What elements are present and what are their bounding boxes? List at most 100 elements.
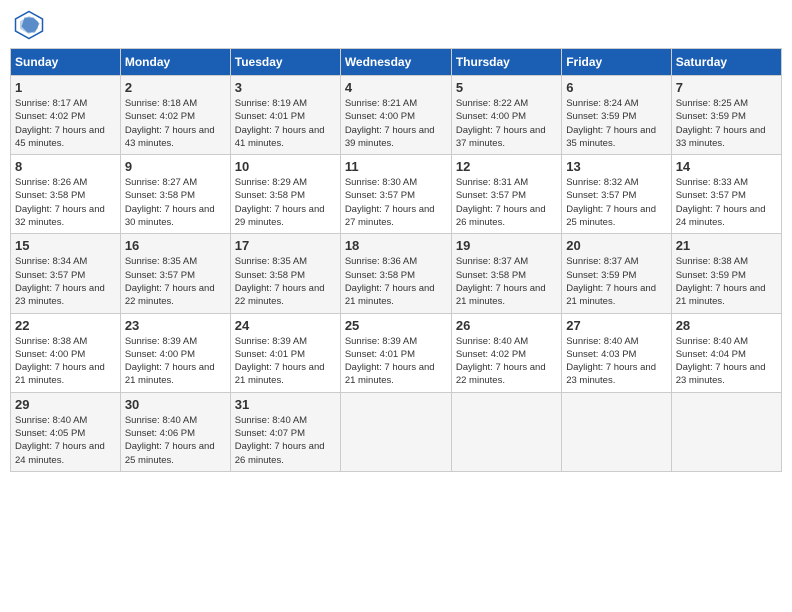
- day-info: Sunrise: 8:31 AMSunset: 3:57 PMDaylight:…: [456, 177, 546, 228]
- calendar-cell: 22 Sunrise: 8:38 AMSunset: 4:00 PMDaylig…: [11, 313, 121, 392]
- calendar-cell: 17 Sunrise: 8:35 AMSunset: 3:58 PMDaylig…: [230, 234, 340, 313]
- day-number: 21: [676, 238, 777, 253]
- calendar-cell: 25 Sunrise: 8:39 AMSunset: 4:01 PMDaylig…: [340, 313, 451, 392]
- day-number: 26: [456, 318, 557, 333]
- day-info: Sunrise: 8:39 AMSunset: 4:00 PMDaylight:…: [125, 336, 215, 387]
- day-info: Sunrise: 8:40 AMSunset: 4:04 PMDaylight:…: [676, 336, 766, 387]
- day-info: Sunrise: 8:38 AMSunset: 3:59 PMDaylight:…: [676, 256, 766, 307]
- day-info: Sunrise: 8:30 AMSunset: 3:57 PMDaylight:…: [345, 177, 435, 228]
- calendar-cell: [340, 392, 451, 471]
- calendar-cell: 3 Sunrise: 8:19 AMSunset: 4:01 PMDayligh…: [230, 76, 340, 155]
- calendar-cell: 31 Sunrise: 8:40 AMSunset: 4:07 PMDaylig…: [230, 392, 340, 471]
- col-header-friday: Friday: [562, 49, 671, 76]
- day-info: Sunrise: 8:36 AMSunset: 3:58 PMDaylight:…: [345, 256, 435, 307]
- day-info: Sunrise: 8:32 AMSunset: 3:57 PMDaylight:…: [566, 177, 656, 228]
- col-header-saturday: Saturday: [671, 49, 781, 76]
- calendar-cell: 21 Sunrise: 8:38 AMSunset: 3:59 PMDaylig…: [671, 234, 781, 313]
- logo: [14, 10, 48, 40]
- day-number: 25: [345, 318, 447, 333]
- page-header: [10, 10, 782, 40]
- day-info: Sunrise: 8:21 AMSunset: 4:00 PMDaylight:…: [345, 98, 435, 149]
- day-number: 22: [15, 318, 116, 333]
- day-number: 14: [676, 159, 777, 174]
- day-number: 17: [235, 238, 336, 253]
- day-number: 6: [566, 80, 666, 95]
- calendar-cell: 8 Sunrise: 8:26 AMSunset: 3:58 PMDayligh…: [11, 155, 121, 234]
- calendar-cell: [562, 392, 671, 471]
- day-number: 13: [566, 159, 666, 174]
- day-info: Sunrise: 8:37 AMSunset: 3:59 PMDaylight:…: [566, 256, 656, 307]
- day-info: Sunrise: 8:33 AMSunset: 3:57 PMDaylight:…: [676, 177, 766, 228]
- calendar-cell: 18 Sunrise: 8:36 AMSunset: 3:58 PMDaylig…: [340, 234, 451, 313]
- day-number: 20: [566, 238, 666, 253]
- day-info: Sunrise: 8:40 AMSunset: 4:07 PMDaylight:…: [235, 415, 325, 466]
- day-info: Sunrise: 8:38 AMSunset: 4:00 PMDaylight:…: [15, 336, 105, 387]
- week-row-5: 29 Sunrise: 8:40 AMSunset: 4:05 PMDaylig…: [11, 392, 782, 471]
- logo-icon: [14, 10, 44, 40]
- calendar-cell: 28 Sunrise: 8:40 AMSunset: 4:04 PMDaylig…: [671, 313, 781, 392]
- calendar-cell: 27 Sunrise: 8:40 AMSunset: 4:03 PMDaylig…: [562, 313, 671, 392]
- day-info: Sunrise: 8:40 AMSunset: 4:03 PMDaylight:…: [566, 336, 656, 387]
- day-info: Sunrise: 8:22 AMSunset: 4:00 PMDaylight:…: [456, 98, 546, 149]
- day-number: 12: [456, 159, 557, 174]
- calendar-cell: 26 Sunrise: 8:40 AMSunset: 4:02 PMDaylig…: [451, 313, 561, 392]
- day-number: 5: [456, 80, 557, 95]
- week-row-4: 22 Sunrise: 8:38 AMSunset: 4:00 PMDaylig…: [11, 313, 782, 392]
- day-info: Sunrise: 8:40 AMSunset: 4:05 PMDaylight:…: [15, 415, 105, 466]
- day-number: 2: [125, 80, 226, 95]
- day-info: Sunrise: 8:40 AMSunset: 4:06 PMDaylight:…: [125, 415, 215, 466]
- calendar-cell: 5 Sunrise: 8:22 AMSunset: 4:00 PMDayligh…: [451, 76, 561, 155]
- day-info: Sunrise: 8:40 AMSunset: 4:02 PMDaylight:…: [456, 336, 546, 387]
- day-number: 8: [15, 159, 116, 174]
- calendar-cell: [671, 392, 781, 471]
- calendar-cell: 20 Sunrise: 8:37 AMSunset: 3:59 PMDaylig…: [562, 234, 671, 313]
- day-info: Sunrise: 8:39 AMSunset: 4:01 PMDaylight:…: [345, 336, 435, 387]
- week-row-3: 15 Sunrise: 8:34 AMSunset: 3:57 PMDaylig…: [11, 234, 782, 313]
- week-row-1: 1 Sunrise: 8:17 AMSunset: 4:02 PMDayligh…: [11, 76, 782, 155]
- calendar-cell: 23 Sunrise: 8:39 AMSunset: 4:00 PMDaylig…: [120, 313, 230, 392]
- week-row-2: 8 Sunrise: 8:26 AMSunset: 3:58 PMDayligh…: [11, 155, 782, 234]
- day-info: Sunrise: 8:26 AMSunset: 3:58 PMDaylight:…: [15, 177, 105, 228]
- col-header-tuesday: Tuesday: [230, 49, 340, 76]
- calendar-cell: 10 Sunrise: 8:29 AMSunset: 3:58 PMDaylig…: [230, 155, 340, 234]
- day-number: 7: [676, 80, 777, 95]
- day-number: 16: [125, 238, 226, 253]
- col-header-sunday: Sunday: [11, 49, 121, 76]
- day-number: 1: [15, 80, 116, 95]
- day-number: 31: [235, 397, 336, 412]
- day-info: Sunrise: 8:19 AMSunset: 4:01 PMDaylight:…: [235, 98, 325, 149]
- day-info: Sunrise: 8:35 AMSunset: 3:58 PMDaylight:…: [235, 256, 325, 307]
- day-info: Sunrise: 8:29 AMSunset: 3:58 PMDaylight:…: [235, 177, 325, 228]
- day-number: 27: [566, 318, 666, 333]
- day-number: 29: [15, 397, 116, 412]
- calendar-cell: [451, 392, 561, 471]
- calendar-cell: 11 Sunrise: 8:30 AMSunset: 3:57 PMDaylig…: [340, 155, 451, 234]
- day-number: 3: [235, 80, 336, 95]
- day-info: Sunrise: 8:24 AMSunset: 3:59 PMDaylight:…: [566, 98, 656, 149]
- day-number: 24: [235, 318, 336, 333]
- calendar-cell: 16 Sunrise: 8:35 AMSunset: 3:57 PMDaylig…: [120, 234, 230, 313]
- day-number: 9: [125, 159, 226, 174]
- day-number: 28: [676, 318, 777, 333]
- calendar-cell: 29 Sunrise: 8:40 AMSunset: 4:05 PMDaylig…: [11, 392, 121, 471]
- day-info: Sunrise: 8:17 AMSunset: 4:02 PMDaylight:…: [15, 98, 105, 149]
- col-header-thursday: Thursday: [451, 49, 561, 76]
- day-info: Sunrise: 8:39 AMSunset: 4:01 PMDaylight:…: [235, 336, 325, 387]
- day-info: Sunrise: 8:25 AMSunset: 3:59 PMDaylight:…: [676, 98, 766, 149]
- calendar-cell: 4 Sunrise: 8:21 AMSunset: 4:00 PMDayligh…: [340, 76, 451, 155]
- calendar-cell: 9 Sunrise: 8:27 AMSunset: 3:58 PMDayligh…: [120, 155, 230, 234]
- day-number: 10: [235, 159, 336, 174]
- day-info: Sunrise: 8:37 AMSunset: 3:58 PMDaylight:…: [456, 256, 546, 307]
- calendar-cell: 1 Sunrise: 8:17 AMSunset: 4:02 PMDayligh…: [11, 76, 121, 155]
- day-number: 4: [345, 80, 447, 95]
- calendar-cell: 14 Sunrise: 8:33 AMSunset: 3:57 PMDaylig…: [671, 155, 781, 234]
- day-number: 23: [125, 318, 226, 333]
- calendar-cell: 15 Sunrise: 8:34 AMSunset: 3:57 PMDaylig…: [11, 234, 121, 313]
- day-number: 15: [15, 238, 116, 253]
- calendar-cell: 13 Sunrise: 8:32 AMSunset: 3:57 PMDaylig…: [562, 155, 671, 234]
- calendar-cell: 6 Sunrise: 8:24 AMSunset: 3:59 PMDayligh…: [562, 76, 671, 155]
- day-info: Sunrise: 8:27 AMSunset: 3:58 PMDaylight:…: [125, 177, 215, 228]
- calendar-cell: 7 Sunrise: 8:25 AMSunset: 3:59 PMDayligh…: [671, 76, 781, 155]
- calendar-cell: 12 Sunrise: 8:31 AMSunset: 3:57 PMDaylig…: [451, 155, 561, 234]
- day-info: Sunrise: 8:35 AMSunset: 3:57 PMDaylight:…: [125, 256, 215, 307]
